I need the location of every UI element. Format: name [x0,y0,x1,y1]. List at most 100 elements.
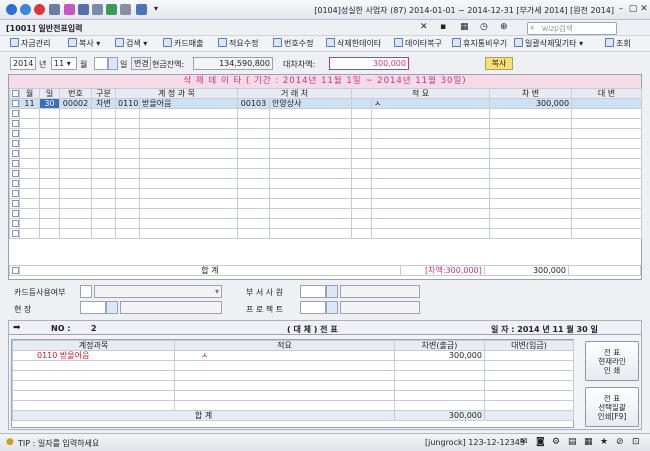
table-empty-row[interactable] [9,218,643,229]
print-current-line-button[interactable]: 전 표 현재라인 인 쇄 [585,341,639,381]
year-input[interactable]: 2014 [10,57,36,70]
empty-cell[interactable] [269,218,353,229]
empty-cell[interactable] [138,178,239,189]
empty-cell[interactable] [489,218,573,229]
empty-cell[interactable] [19,158,40,169]
info-icon[interactable] [20,4,31,15]
empty-cell[interactable] [351,188,373,199]
cell-memo[interactable]: ㅅ [371,98,491,109]
empty-cell[interactable] [39,198,60,209]
row-checkbox[interactable] [12,120,19,127]
empty-cell[interactable] [19,108,40,119]
table-empty-row[interactable] [9,198,643,209]
code-icon[interactable] [49,4,60,15]
empty-cell[interactable] [269,148,353,159]
toolbar-btn-search[interactable]: 검색 ▾ [115,38,147,50]
empty-cell[interactable] [489,158,573,169]
cell-kind[interactable]: 차변 [91,98,116,109]
site-lookup-icon[interactable] [106,301,118,314]
empty-cell[interactable] [19,128,40,139]
table-empty-row[interactable] [9,158,643,169]
empty-cell[interactable] [59,188,92,199]
toolbar-btn-empty-trash[interactable]: 휴지통비우기 [452,38,507,50]
empty-cell[interactable] [138,118,239,129]
row-checkbox[interactable] [12,180,19,187]
table-empty-row[interactable] [9,178,643,189]
empty-cell[interactable] [59,138,92,149]
table-row[interactable]: 11 30 00002 차변 0110 받을어음 00103 안양상사 ㅅ 30… [9,98,643,109]
row-checkbox[interactable] [12,110,19,117]
empty-cell[interactable] [269,228,353,239]
empty-cell[interactable] [115,118,140,129]
cell-credit[interactable] [571,98,643,109]
empty-cell[interactable] [19,198,40,209]
calculator-icon[interactable]: ▦ [584,437,593,447]
restore-icon[interactable]: ▢ [628,4,638,14]
empty-cell[interactable] [489,148,573,159]
empty-cell[interactable] [489,228,573,239]
empty-cell[interactable] [19,138,40,149]
empty-cell[interactable] [138,148,239,159]
empty-cell[interactable] [371,158,491,169]
empty-cell[interactable] [237,178,271,189]
empty-cell[interactable] [115,108,140,119]
empty-cell[interactable] [237,158,271,169]
cell-account-code[interactable]: 0110 [115,98,140,109]
project-code-input[interactable] [300,301,326,314]
empty-cell[interactable] [19,168,40,179]
empty-cell[interactable] [59,168,92,179]
empty-cell[interactable] [59,118,92,129]
print-icon[interactable] [78,4,89,15]
empty-cell[interactable] [91,208,116,219]
settings-icon[interactable] [120,4,131,15]
empty-cell[interactable] [91,118,116,129]
empty-cell[interactable] [19,188,40,199]
empty-cell[interactable] [39,148,60,159]
empty-cell[interactable] [571,218,643,229]
window-close-icon[interactable]: ✕ [639,4,649,14]
site-code-input[interactable] [80,301,106,314]
close-screen-icon[interactable] [34,4,45,15]
empty-cell[interactable] [39,138,60,149]
empty-cell[interactable] [39,218,60,229]
empty-cell[interactable] [91,108,116,119]
empty-cell[interactable] [115,198,140,209]
empty-cell[interactable] [269,158,353,169]
empty-cell[interactable] [489,178,573,189]
empty-cell[interactable] [91,198,116,209]
empty-cell[interactable] [371,138,491,149]
empty-cell[interactable] [91,168,116,179]
empty-cell[interactable] [237,228,271,239]
empty-cell[interactable] [237,118,271,129]
empty-cell[interactable] [115,158,140,169]
settings-status-icon[interactable]: ⚙ [552,437,560,447]
voucher-row[interactable]: 0110 받을어음 ㅅ 300,000 [12,350,574,361]
lock-icon[interactable]: ⊡ [632,437,640,447]
print-selected-batch-button[interactable]: 전 표 선택일괄 인쇄[F9] [585,387,639,427]
table-empty-row[interactable] [9,188,643,199]
minimize-icon[interactable]: – [616,4,626,14]
cell-number[interactable]: 00002 [59,98,92,109]
empty-cell[interactable] [571,148,643,159]
empty-cell[interactable] [138,168,239,179]
row-checkbox[interactable] [12,190,19,197]
empty-cell[interactable] [59,198,92,209]
empty-cell[interactable] [489,208,573,219]
empty-cell[interactable] [115,228,140,239]
empty-cell[interactable] [115,178,140,189]
empty-cell[interactable] [571,168,643,179]
empty-cell[interactable] [138,218,239,229]
empty-cell[interactable] [19,208,40,219]
empty-cell[interactable] [489,108,573,119]
toolbar-btn-restore[interactable]: 데이타복구 [394,38,442,50]
empty-cell[interactable] [59,128,92,139]
empty-cell[interactable] [59,148,92,159]
empty-cell[interactable] [237,198,271,209]
voucher-cell-debit[interactable]: 300,000 [394,350,485,361]
calendar-icon[interactable]: ▦ [460,22,469,32]
empty-cell[interactable] [115,188,140,199]
cell-customer-code[interactable]: 00103 [237,98,271,109]
empty-cell[interactable] [59,218,92,229]
table-empty-row[interactable] [9,168,643,179]
empty-cell[interactable] [351,198,373,209]
